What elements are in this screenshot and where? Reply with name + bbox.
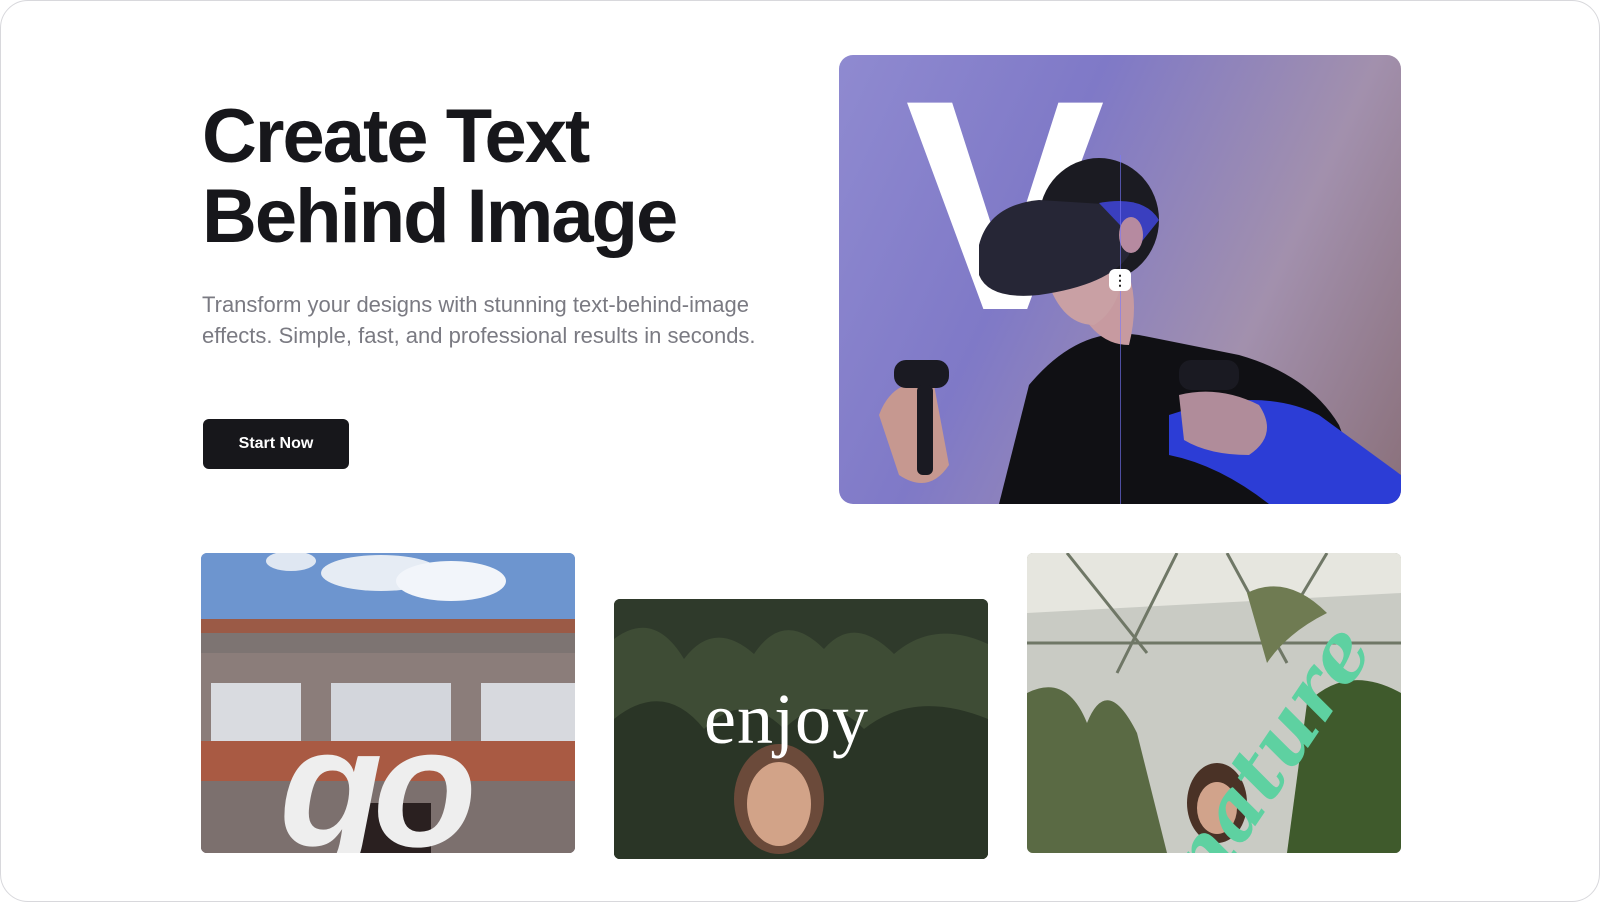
hero-subtitle: Transform your designs with stunning tex… bbox=[202, 292, 756, 348]
gallery-card-nature[interactable]: nature bbox=[1027, 553, 1401, 853]
gallery-card-go[interactable]: go bbox=[201, 553, 575, 853]
hero-title-line-1: Create Text bbox=[202, 94, 590, 179]
hero-title: Create Text Behind Image bbox=[202, 94, 678, 259]
card-overlay-text-go: go bbox=[279, 693, 477, 853]
hero-demo-image[interactable]: V ⋮ bbox=[839, 55, 1401, 504]
comparison-slider-handle[interactable]: ⋮ bbox=[1109, 269, 1131, 291]
hero-title-line-2: Behind Image bbox=[202, 174, 678, 259]
card-overlay-text-enjoy: enjoy bbox=[704, 679, 869, 759]
comparison-slider-line bbox=[1120, 155, 1121, 504]
start-now-button[interactable]: Start Now bbox=[203, 419, 349, 469]
page-frame: Create Text Behind Image Transform your … bbox=[0, 0, 1600, 902]
gallery-card-enjoy[interactable]: enjoy bbox=[614, 599, 988, 859]
